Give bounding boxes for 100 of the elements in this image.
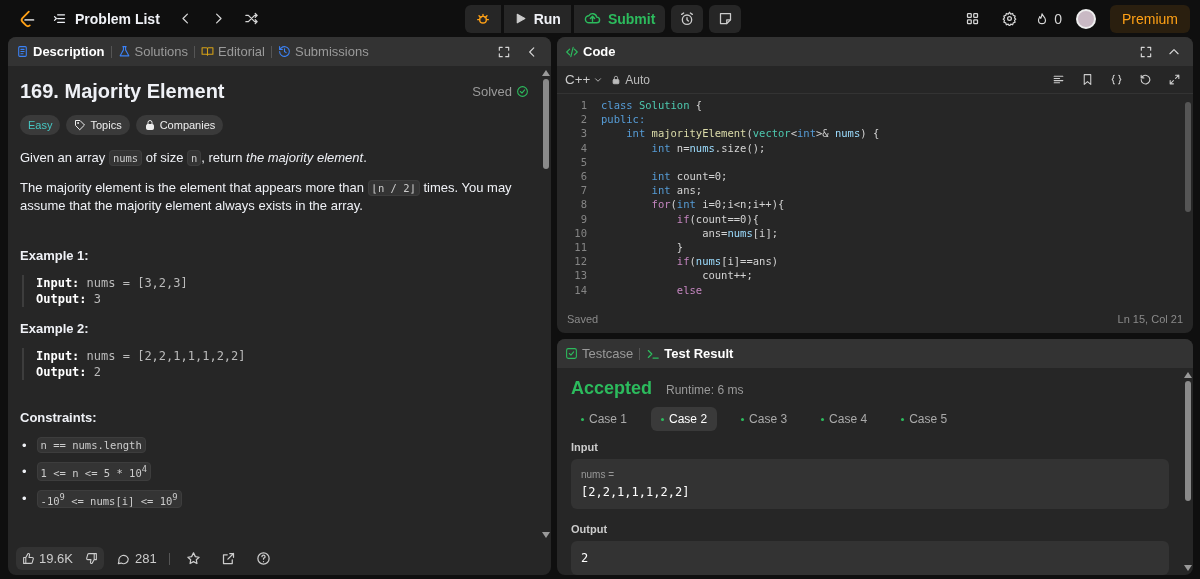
example-heading: Example 1: bbox=[20, 248, 90, 263]
help-icon bbox=[255, 551, 271, 566]
panel-tab[interactable]: Solutions bbox=[117, 44, 188, 59]
alarm-clock-icon bbox=[679, 10, 696, 27]
example-line: Input: nums = [3,2,3] bbox=[36, 275, 189, 291]
line-number: 3 bbox=[579, 127, 587, 140]
example-line: Output: 3 bbox=[36, 291, 103, 307]
verdict: Accepted bbox=[571, 378, 653, 399]
avatar[interactable] bbox=[1076, 8, 1096, 29]
line-number: 1 bbox=[579, 99, 587, 112]
code-line: public: bbox=[601, 113, 646, 126]
constraint: -10$^{9}$ <= nums[i] <= 10$^{9}$ bbox=[36, 489, 182, 508]
line-number: 5 bbox=[579, 155, 587, 168]
streak-counter[interactable]: 0 bbox=[1035, 10, 1062, 27]
scroll-down-icon[interactable] bbox=[542, 532, 550, 538]
settings-icon bbox=[1002, 11, 1018, 26]
example-heading: Example 2: bbox=[20, 321, 90, 336]
bullet: • bbox=[22, 491, 27, 507]
difficulty-tag: Easy bbox=[20, 115, 61, 135]
case-tab[interactable]: Case 1 bbox=[571, 407, 638, 431]
line-number: 2 bbox=[579, 113, 587, 126]
code-line: int majorityElement(vector<int>& nums) { bbox=[626, 127, 880, 140]
code-line: } bbox=[676, 240, 684, 253]
case-tab[interactable]: Case 5 bbox=[891, 407, 958, 431]
premium-button[interactable]: Premium bbox=[1110, 4, 1190, 33]
debug-button[interactable] bbox=[464, 4, 501, 33]
example-line: Output: 2 bbox=[36, 364, 103, 380]
line-number: 11 bbox=[573, 240, 587, 253]
scroll-up-icon[interactable] bbox=[542, 70, 550, 76]
code-line: else bbox=[676, 283, 703, 296]
constraint: n == nums.length bbox=[36, 437, 146, 453]
note-icon bbox=[717, 11, 733, 26]
case-tab[interactable]: Case 2 bbox=[651, 407, 718, 431]
code-line: int n=nums.size(); bbox=[651, 141, 766, 154]
comments-button[interactable]: 281 bbox=[116, 551, 157, 566]
panel-tab[interactable]: Testcase bbox=[565, 346, 634, 361]
fullscreen-icon bbox=[1139, 44, 1153, 59]
runtime: Runtime: 6 ms bbox=[666, 383, 744, 397]
panel-tab[interactable]: Submissions bbox=[277, 44, 369, 59]
code-line: class Solution { bbox=[601, 99, 703, 112]
scroll-up-icon[interactable] bbox=[1184, 372, 1192, 378]
expand-icon bbox=[1168, 73, 1181, 86]
list-icon bbox=[52, 11, 67, 26]
output-heading: Output bbox=[571, 523, 609, 535]
bullet: • bbox=[22, 463, 27, 479]
code-line: if(count==0){ bbox=[676, 212, 760, 225]
panel-tab[interactable]: Editorial bbox=[201, 44, 265, 59]
flask-icon bbox=[117, 45, 131, 58]
book-icon bbox=[201, 45, 214, 58]
run-button[interactable]: Run bbox=[503, 4, 571, 33]
check-circle-icon bbox=[516, 85, 529, 98]
input-heading: Input bbox=[571, 441, 599, 453]
code-line: for(int i=0;i<n;i++){ bbox=[651, 198, 785, 211]
share-icon bbox=[220, 551, 236, 566]
line-number: 7 bbox=[579, 184, 587, 197]
reset-icon bbox=[1139, 73, 1152, 86]
document-icon bbox=[16, 45, 29, 58]
scroll-down-icon[interactable] bbox=[1184, 565, 1192, 571]
input-name: nums = bbox=[581, 469, 616, 480]
notes-button[interactable] bbox=[709, 4, 742, 33]
companies-tag[interactable]: Companies bbox=[135, 115, 224, 135]
bullet: • bbox=[22, 437, 27, 453]
panel-tab[interactable]: Test Result bbox=[646, 346, 734, 361]
line-number: 9 bbox=[579, 212, 587, 225]
code-line: int ans; bbox=[651, 184, 703, 197]
submit-button[interactable]: Submit bbox=[573, 4, 666, 33]
line-number: 8 bbox=[579, 198, 587, 211]
problem-title: 169. Majority Element bbox=[20, 80, 225, 103]
line-number: 14 bbox=[573, 283, 587, 296]
case-tab[interactable]: Case 4 bbox=[811, 407, 878, 431]
history-icon bbox=[277, 45, 291, 58]
layout-icon bbox=[965, 11, 981, 26]
thumbs-up-icon bbox=[22, 552, 35, 565]
tag-icon bbox=[74, 119, 87, 131]
save-status: Saved bbox=[567, 313, 599, 325]
language-select[interactable]: C++ bbox=[565, 72, 604, 87]
paragraph: Given an array nums of size n , return the majority element. bbox=[20, 149, 368, 167]
bookmark-icon bbox=[1081, 73, 1094, 86]
panel-tab[interactable]: Description bbox=[16, 44, 105, 59]
case-tab[interactable]: Case 3 bbox=[731, 407, 798, 431]
line-number: 6 bbox=[579, 170, 587, 183]
star-icon bbox=[185, 551, 201, 566]
input-value: [2,2,1,1,1,2,2] bbox=[581, 485, 691, 499]
topics-tag[interactable]: Topics bbox=[66, 115, 130, 135]
mode-label: Auto bbox=[611, 72, 650, 87]
format-icon bbox=[1052, 73, 1065, 86]
output-value: 2 bbox=[581, 551, 590, 565]
constraints-heading: Constraints: bbox=[20, 410, 98, 425]
solved-status: Solved bbox=[472, 84, 529, 99]
timer-button[interactable] bbox=[671, 4, 704, 33]
code-line: if(nums[i]==ans) bbox=[676, 255, 779, 268]
code-tab[interactable]: Code bbox=[565, 44, 616, 59]
line-number: 4 bbox=[579, 141, 587, 154]
paragraph: The majority element is the element that appears more than ⌊n / 2⌋ times. You may assume that the majority element always exists in the array. bbox=[20, 179, 513, 214]
lock-icon bbox=[143, 119, 156, 131]
line-number: 13 bbox=[573, 269, 587, 282]
line-number: 10 bbox=[573, 226, 587, 239]
thumbs-down-icon bbox=[85, 552, 98, 565]
problem-list-button[interactable]: Problem List bbox=[48, 6, 164, 31]
shuffle-icon bbox=[243, 11, 259, 26]
